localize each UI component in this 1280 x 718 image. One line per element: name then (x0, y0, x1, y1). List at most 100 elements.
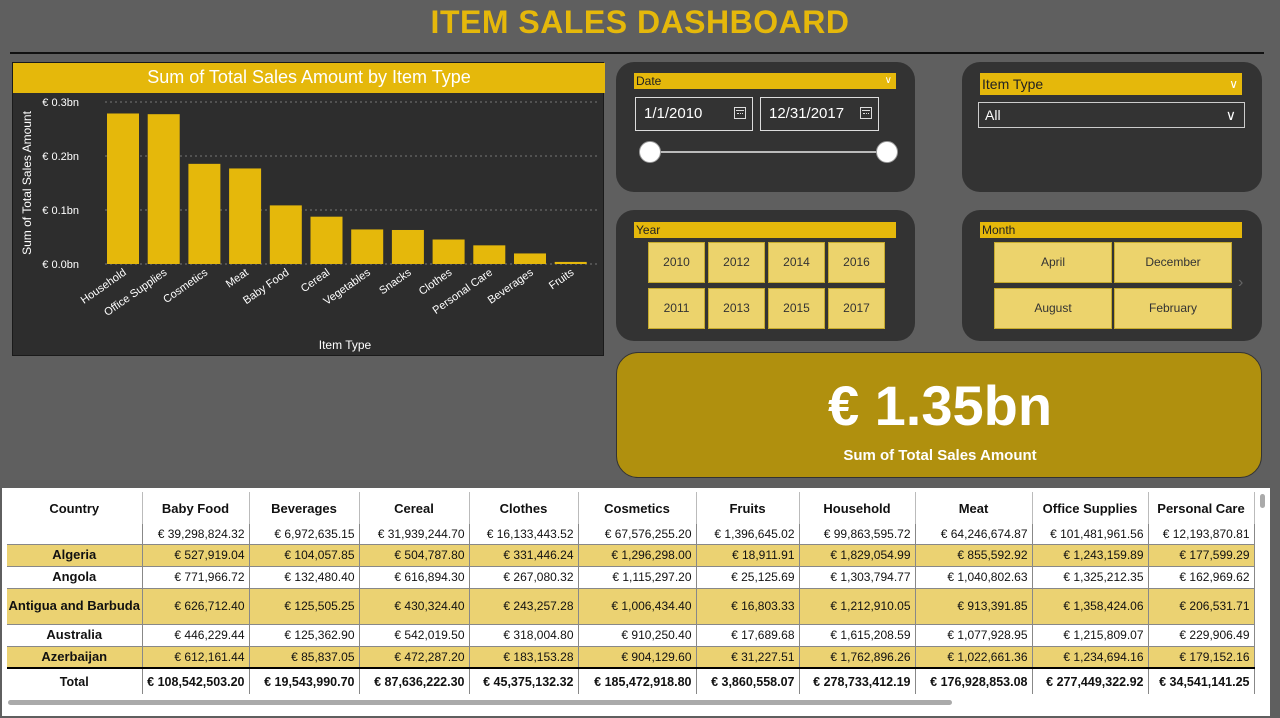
column-header[interactable]: Office Supplies (1032, 492, 1149, 524)
month-tile[interactable]: February (1114, 288, 1232, 329)
calendar-icon[interactable] (734, 107, 746, 119)
y-tick-label: € 0.1bn (42, 205, 79, 217)
bar (229, 168, 262, 264)
date-range-start-handle[interactable] (639, 141, 661, 163)
total-value-cell: € 19,543,990.70 (249, 667, 360, 694)
x-tick-label: Meat (224, 267, 251, 291)
value-cell: € 1,077,928.95 (915, 624, 1033, 647)
bar (391, 229, 424, 264)
horizontal-scrollbar[interactable] (8, 700, 952, 705)
country-cell: Algeria (7, 544, 143, 567)
value-cell: € 331,446.24 (469, 544, 579, 567)
dashboard-title: ITEM SALES DASHBOARD (430, 4, 850, 40)
x-tick-label: Fruits (547, 266, 577, 292)
kpi-label: Sum of Total Sales Amount (843, 447, 1037, 464)
value-cell: € 64,246,674.87 (915, 524, 1033, 545)
value-cell: € 25,125.69 (696, 566, 800, 589)
column-header[interactable]: Beverages (249, 492, 360, 524)
sales-by-item-chart[interactable]: Sum of Total Sales Amount by Item Type €… (12, 62, 605, 356)
column-header[interactable]: Clothes (469, 492, 579, 524)
item-type-slicer-label: Item Type (982, 76, 1044, 92)
column-header[interactable]: Baby Food (142, 492, 250, 524)
item-type-dropdown[interactable]: All ∨ (978, 102, 1245, 128)
year-tile[interactable]: 2017 (828, 288, 885, 329)
item-type-slicer-card: Item Type ∨ All ∨ (962, 62, 1262, 192)
item-type-selected-value: All (985, 107, 1001, 123)
date-range-end-handle[interactable] (876, 141, 898, 163)
column-header[interactable]: Meat (915, 492, 1033, 524)
column-header[interactable]: Fruits (696, 492, 800, 524)
table-row: Antigua and Barbuda € 626,712.40 € 125,505… (7, 588, 1255, 625)
year-tile[interactable]: 2015 (768, 288, 825, 329)
bar (351, 229, 384, 264)
value-cell: € 31,939,244.70 (359, 524, 470, 545)
month-slicer-header: Month (980, 222, 1242, 238)
year-tile[interactable]: 2012 (708, 242, 765, 283)
bar-chart-svg: € 0.0bn€ 0.1bn€ 0.2bn€ 0.3bnHouseholdOff… (20, 97, 599, 352)
value-cell: € 626,712.40 (142, 588, 250, 625)
month-tile[interactable]: December (1114, 242, 1232, 283)
column-header[interactable]: Cereal (359, 492, 470, 524)
chevron-down-icon[interactable]: ∨ (885, 73, 892, 89)
value-cell: € 12,193,870.81 (1148, 524, 1255, 545)
date-range-track[interactable] (650, 151, 886, 153)
start-date-input[interactable]: 1/1/2010 (635, 97, 753, 131)
value-cell: € 132,480.40 (249, 566, 360, 589)
end-date-input[interactable]: 12/31/2017 (760, 97, 879, 131)
calendar-icon[interactable] (860, 107, 872, 119)
date-slicer-header: Date ∨ (634, 73, 896, 89)
x-tick-label: Beverages (486, 266, 536, 306)
value-cell: € 1,040,802.63 (915, 566, 1033, 589)
table-header-row: Country Baby Food Beverages Cereal Clothes Co… (7, 492, 1255, 524)
chevron-right-icon[interactable]: › (1238, 274, 1243, 292)
year-tile[interactable]: 2014 (768, 242, 825, 283)
value-cell: € 104,057.85 (249, 544, 360, 567)
bar (554, 261, 587, 264)
value-cell: € 18,911.91 (696, 544, 800, 567)
column-header[interactable]: Personal Care (1148, 492, 1255, 524)
table-row: Australia € 446,229.44 € 125,362.90 € 542,0… (7, 624, 1255, 647)
value-cell: € 1,243,159.89 (1032, 544, 1149, 567)
column-header[interactable]: Cosmetics (578, 492, 697, 524)
month-slicer-card: Month April December August February (962, 210, 1262, 341)
x-tick-label: Snacks (377, 266, 414, 297)
value-cell: € 1,396,645.02 (696, 524, 800, 545)
chevron-down-icon[interactable]: ∨ (1229, 73, 1238, 95)
value-cell: € 125,362.90 (249, 624, 360, 647)
value-cell: € 612,161.44 (142, 646, 250, 669)
column-header[interactable]: Country (7, 492, 143, 524)
value-cell: € 179,152.16 (1148, 646, 1255, 669)
value-cell: € 162,969.62 (1148, 566, 1255, 589)
value-cell: € 1,215,809.07 (1032, 624, 1149, 647)
value-cell: € 177,599.29 (1148, 544, 1255, 567)
value-cell: € 1,358,424.06 (1032, 588, 1149, 625)
vertical-scrollbar[interactable] (1260, 494, 1265, 508)
sales-matrix-table[interactable]: ▲ CountryBaby FoodBeveragesCerealClothes… (2, 488, 1270, 716)
total-value-cell: € 34,541,141.25 (1148, 667, 1255, 694)
value-cell: € 267,080.32 (469, 566, 579, 589)
year-tile[interactable]: 2016 (828, 242, 885, 283)
column-header[interactable]: Household (799, 492, 916, 524)
value-cell: € 504,787.80 (359, 544, 470, 567)
table-row: Angola € 771,966.72 € 132,480.40 € 616,894.… (7, 566, 1255, 589)
year-tile[interactable]: 2013 (708, 288, 765, 329)
total-value-cell: € 3,860,558.07 (696, 667, 800, 694)
month-tile[interactable]: August (994, 288, 1112, 329)
year-tile[interactable]: 2010 (648, 242, 705, 283)
matrix-grid: Country Baby Food Beverages Cereal Clothes Co… (7, 492, 1255, 694)
x-tick-label: Cosmetics (161, 266, 210, 306)
value-cell: € 39,298,824.32 (142, 524, 250, 545)
bar (269, 205, 302, 264)
value-cell: € 243,257.28 (469, 588, 579, 625)
y-tick-label: € 0.0bn (42, 259, 79, 271)
year-tile[interactable]: 2011 (648, 288, 705, 329)
value-cell: € 910,250.40 (578, 624, 697, 647)
value-cell: € 101,481,961.56 (1032, 524, 1149, 545)
total-value-cell: € 185,472,918.80 (578, 667, 697, 694)
value-cell: € 206,531.71 (1148, 588, 1255, 625)
month-tile[interactable]: April (994, 242, 1112, 283)
y-axis-title: Sum of Total Sales Amount (20, 110, 34, 255)
year-slicer-label: Year (636, 223, 661, 237)
value-cell: € 318,004.80 (469, 624, 579, 647)
value-cell: € 771,966.72 (142, 566, 250, 589)
